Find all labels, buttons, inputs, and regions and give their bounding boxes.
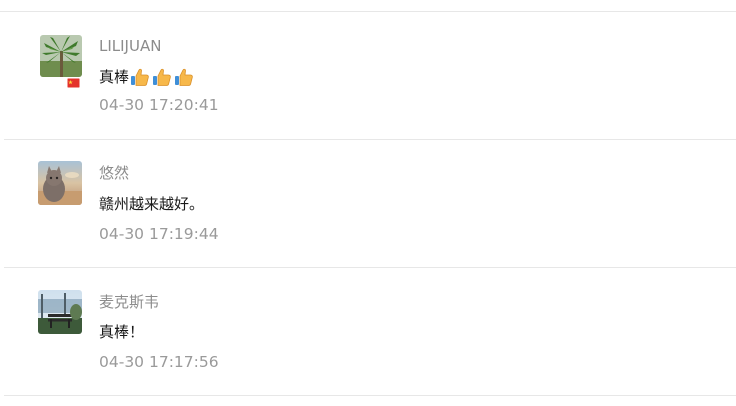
comment-nickname[interactable]: 悠然 (99, 164, 129, 182)
cat-sunset-image (38, 161, 82, 205)
comment-text: 真棒！ (99, 323, 145, 341)
comment-item: 麦克斯韦 真棒！ 04-30 17:17:56 (0, 268, 736, 396)
thumbs-up-icon (153, 68, 171, 86)
comment-text-row: 赣州越来越好。 (99, 194, 204, 214)
park-bench-image (38, 290, 82, 334)
comment-time: 04-30 17:17:56 (99, 353, 219, 371)
comment-nickname[interactable]: 麦克斯韦 (99, 293, 159, 311)
thumbs-up-icon (175, 68, 193, 86)
cat-sunset-avatar[interactable] (38, 161, 82, 205)
comment-item: 悠然 赣州越来越好。 04-30 17:19:44 (0, 140, 736, 268)
comment-item: LILIJUAN 真棒 04-30 17:20:41 (0, 12, 736, 140)
thumbs-up-emoji-group (130, 67, 194, 87)
comment-nickname[interactable]: LILIJUAN (99, 37, 161, 55)
comment-text: 赣州越来越好。 (99, 195, 205, 213)
comment-divider (4, 395, 736, 396)
comment-text-row: 真棒 (99, 67, 194, 87)
comment-time: 04-30 17:20:41 (99, 96, 219, 114)
comment-time: 04-30 17:19:44 (99, 225, 219, 243)
comment-list: LILIJUAN 真棒 04-30 17:20:41 悠然 赣州越来越好。 04… (0, 0, 736, 406)
china-flag-icon (66, 75, 82, 89)
palm-tree-avatar[interactable] (40, 35, 82, 77)
park-bench-avatar[interactable] (38, 290, 82, 334)
palm-tree-image (40, 35, 82, 77)
comment-text: 真棒 (99, 68, 130, 86)
comment-text-row: 真棒！ (99, 322, 144, 342)
thumbs-up-icon (131, 68, 149, 86)
